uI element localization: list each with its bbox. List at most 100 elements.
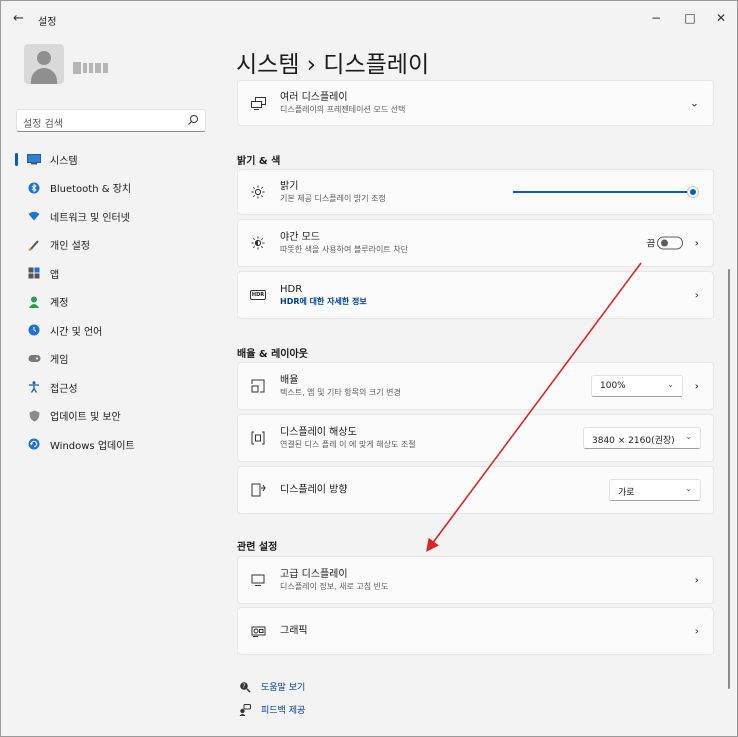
resolution-dropdown[interactable]: 3840 × 2160(권장) ⌄ bbox=[583, 427, 701, 449]
breadcrumb: 시스템 › 디스플레이 bbox=[236, 45, 429, 79]
resolution-dropdown-value: 3840 × 2160(권장) bbox=[592, 436, 675, 446]
brightness-slider-thumb[interactable] bbox=[688, 187, 698, 197]
advanced-display-subtitle: 디스플레이 정보, 새로 고침 빈도 bbox=[280, 582, 389, 591]
sidebar-item-time-language[interactable]: 시간 및 언어 bbox=[15, 316, 211, 345]
svg-text:?: ? bbox=[242, 683, 245, 690]
chevron-down-icon[interactable]: ⌄ bbox=[690, 97, 699, 110]
network-icon bbox=[27, 209, 41, 223]
scale-icon bbox=[250, 378, 266, 394]
feedback-link-label: 피드백 제공 bbox=[261, 706, 306, 716]
hdr-icon: HDR bbox=[249, 287, 267, 303]
scale-dropdown[interactable]: 100% ⌄ bbox=[591, 375, 683, 397]
bluetooth-icon bbox=[27, 181, 41, 195]
scrollbar[interactable] bbox=[728, 269, 730, 689]
multi-display-title: 여러 디스플레이 bbox=[280, 92, 348, 103]
orientation-text: 디스플레이 방향 bbox=[280, 484, 348, 497]
orientation-dropdown-value: 가로 bbox=[618, 488, 635, 498]
chevron-right-icon[interactable]: › bbox=[695, 625, 699, 638]
chevron-right-icon[interactable]: › bbox=[695, 574, 699, 587]
sidebar-item-bluetooth[interactable]: Bluetooth & 장치 bbox=[15, 174, 211, 203]
avatar[interactable] bbox=[24, 44, 64, 84]
section-scale-layout: 배율 & 레이아웃 bbox=[237, 349, 308, 360]
sidebar-item-label: 앱 bbox=[50, 269, 60, 281]
maximize-button[interactable]: □ bbox=[677, 7, 703, 29]
search-input[interactable]: 설정 검색 bbox=[23, 115, 63, 130]
chevron-down-icon: ⌄ bbox=[685, 484, 692, 493]
toggle-knob bbox=[661, 239, 668, 247]
sidebar-item-label: 네트워크 및 인터넷 bbox=[50, 212, 130, 224]
sidebar-item-label: 업데이트 및 보안 bbox=[50, 412, 121, 424]
brightness-card: 밝기 기본 제공 디스플레이 밝기 조정 bbox=[237, 169, 714, 215]
search-box[interactable]: 설정 검색 bbox=[16, 109, 206, 132]
night-light-card[interactable]: 야간 모드 따뜻한 색을 사용하여 블루라이트 차단 끔 › bbox=[237, 219, 714, 267]
help-link-label: 도움말 보기 bbox=[261, 683, 306, 693]
section-brightness-color: 밝기 & 색 bbox=[237, 156, 281, 167]
resolution-icon bbox=[250, 430, 266, 446]
feedback-icon bbox=[239, 703, 251, 716]
hdr-info-link[interactable]: HDR에 대한 자세한 정보 bbox=[280, 296, 367, 307]
sidebar-item-security[interactable]: 업데이트 및 보안 bbox=[15, 402, 211, 431]
sidebar-item-gaming[interactable]: 게임 bbox=[15, 345, 211, 374]
sidebar-item-label: 게임 bbox=[50, 355, 69, 367]
accessibility-icon bbox=[27, 380, 41, 394]
sidebar-item-label: Windows 업데이트 bbox=[50, 440, 135, 452]
sidebar-item-label: 계정 bbox=[50, 298, 69, 310]
resolution-subtitle: 연결된 디스 플레 이 에 맞게 해상도 조절 bbox=[280, 440, 416, 449]
system-icon bbox=[27, 152, 41, 166]
brightness-subtitle: 기본 제공 디스플레이 밝기 조정 bbox=[280, 194, 386, 203]
chevron-right-icon[interactable]: › bbox=[695, 237, 699, 250]
close-button[interactable]: ✕ bbox=[708, 7, 734, 29]
advanced-display-text: 고급 디스플레이 디스플레이 정보, 새로 고침 빈도 bbox=[280, 568, 388, 592]
brightness-slider-track[interactable] bbox=[513, 191, 693, 193]
sidebar-item-label: 접근성 bbox=[50, 383, 78, 395]
feedback-link[interactable]: 피드백 제공 bbox=[239, 703, 305, 716]
chevron-right-icon[interactable]: › bbox=[695, 289, 699, 302]
scale-card[interactable]: 배율 텍스트, 앱 및 기타 항목의 크기 변경 100% ⌄ › bbox=[237, 362, 714, 410]
time-language-icon bbox=[27, 323, 41, 337]
app-title: 설정 bbox=[38, 17, 57, 28]
brightness-text: 밝기 기본 제공 디스플레이 밝기 조정 bbox=[280, 180, 386, 204]
chevron-down-icon: ⌄ bbox=[685, 432, 692, 441]
sidebar-item-label: 시간 및 언어 bbox=[50, 326, 103, 338]
advanced-display-title: 고급 디스플레이 bbox=[280, 569, 348, 580]
sidebar-item-label: 시스템 bbox=[50, 155, 78, 167]
sidebar-item-system[interactable]: 시스템 bbox=[15, 145, 211, 174]
sidebar-item-apps[interactable]: 앱 bbox=[15, 259, 211, 288]
personalization-icon bbox=[27, 238, 41, 252]
help-icon: ? bbox=[239, 681, 251, 693]
back-arrow-icon[interactable]: ← bbox=[13, 11, 31, 27]
hdr-card[interactable]: HDR HDR HDR에 대한 자세한 정보 › bbox=[237, 271, 714, 319]
graphics-card[interactable]: 그래픽 › bbox=[237, 607, 714, 655]
multi-display-card[interactable]: 여러 디스플레이 디스플레이의 프레젠테이션 모드 선택 ⌄ bbox=[237, 80, 714, 126]
advanced-display-card[interactable]: 고급 디스플레이 디스플레이 정보, 새로 고침 빈도 › bbox=[237, 556, 714, 604]
gaming-icon bbox=[27, 352, 41, 366]
chevron-down-icon: ⌄ bbox=[667, 380, 674, 389]
minimize-button[interactable]: − bbox=[643, 7, 669, 29]
night-light-icon bbox=[250, 235, 266, 251]
sidebar-item-label: 개인 설정 bbox=[50, 241, 90, 253]
accounts-icon bbox=[27, 295, 41, 309]
resolution-card: 디스플레이 해상도 연결된 디스 플레 이 에 맞게 해상도 조절 3840 ×… bbox=[237, 414, 714, 462]
user-name-blurred bbox=[73, 57, 113, 74]
settings-window: ← 설정 − □ ✕ 설정 검색 시스템 Bluetooth & 장치 네트워크… bbox=[0, 0, 738, 737]
graphics-title: 그래픽 bbox=[280, 625, 308, 637]
search-icon[interactable] bbox=[187, 114, 199, 126]
orientation-icon bbox=[250, 482, 266, 498]
chevron-right-icon[interactable]: › bbox=[695, 380, 699, 393]
sidebar-nav: 시스템 Bluetooth & 장치 네트워크 및 인터넷 개인 설정 앱 계정… bbox=[15, 145, 211, 459]
sidebar-item-network[interactable]: 네트워크 및 인터넷 bbox=[15, 202, 211, 231]
sidebar-item-accessibility[interactable]: 접근성 bbox=[15, 373, 211, 402]
hdr-icon-text: HDR bbox=[249, 290, 267, 300]
sidebar-item-windows-update[interactable]: Windows 업데이트 bbox=[15, 430, 211, 459]
graphics-card-icon bbox=[250, 623, 266, 639]
multi-display-text: 여러 디스플레이 디스플레이의 프레젠테이션 모드 선택 bbox=[280, 91, 405, 115]
shield-icon bbox=[27, 409, 41, 423]
orientation-dropdown[interactable]: 가로 ⌄ bbox=[609, 479, 701, 501]
scale-subtitle: 텍스트, 앱 및 기타 항목의 크기 변경 bbox=[280, 388, 401, 397]
sidebar-item-accounts[interactable]: 계정 bbox=[15, 288, 211, 317]
help-link[interactable]: ? 도움말 보기 bbox=[239, 680, 305, 693]
sidebar-item-personalization[interactable]: 개인 설정 bbox=[15, 231, 211, 260]
night-light-toggle[interactable] bbox=[657, 236, 683, 250]
sidebar-item-label: Bluetooth & 장치 bbox=[50, 184, 132, 196]
night-light-state-label: 끔 bbox=[646, 239, 655, 250]
